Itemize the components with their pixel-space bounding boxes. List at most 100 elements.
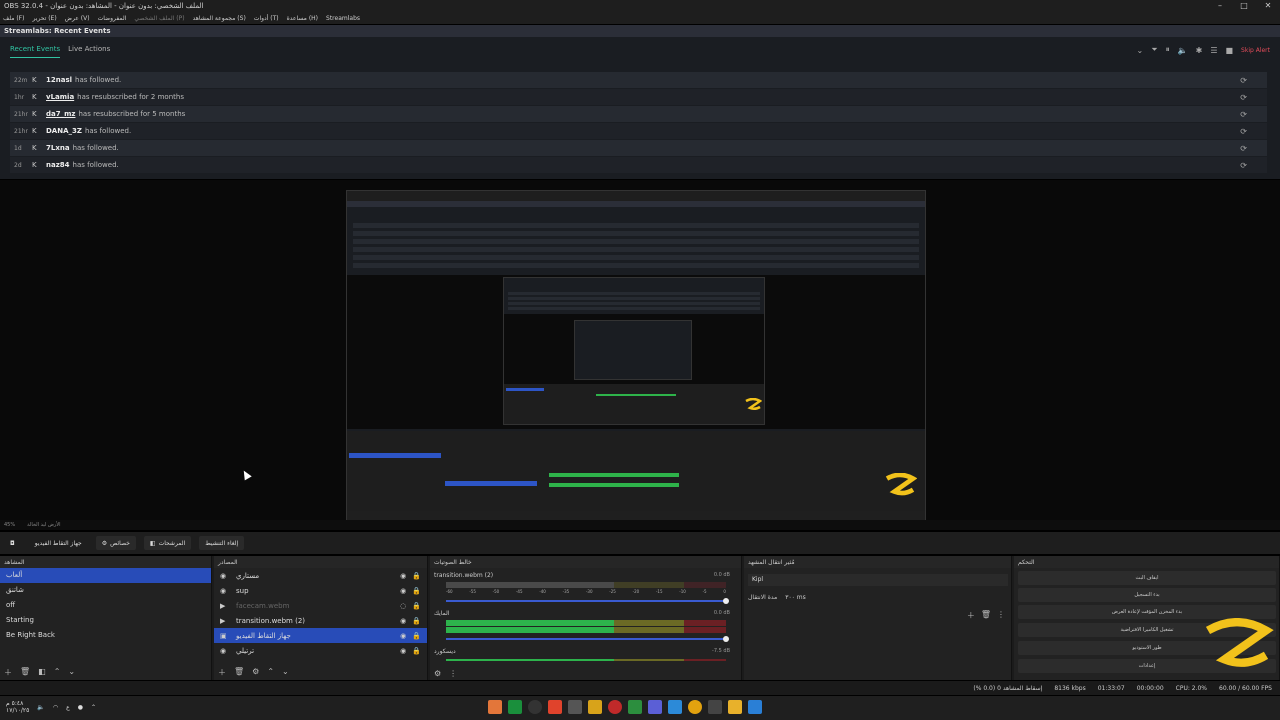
menu-edit[interactable]: تحرير (E)	[32, 15, 56, 22]
lock-icon[interactable]: 🔒	[412, 617, 421, 625]
filters-button[interactable]: ◧ المرشحات	[143, 536, 192, 550]
add-icon[interactable]: ＋	[218, 667, 226, 678]
discord-icon[interactable]	[648, 700, 662, 714]
menu-help[interactable]: مساعدة (H)	[287, 15, 318, 22]
event-user[interactable]: DANA_3Z	[46, 127, 82, 135]
add-icon[interactable]: ＋	[967, 610, 975, 621]
obs-icon[interactable]	[528, 700, 542, 714]
zoom-level[interactable]: 45%	[4, 522, 15, 528]
popout-icon[interactable]: ■	[1225, 46, 1233, 55]
scene-item[interactable]: Starting	[0, 613, 211, 628]
event-user[interactable]: 7Lxna	[46, 144, 70, 152]
app-icon[interactable]	[668, 700, 682, 714]
volume-icon[interactable]: 🔈	[1178, 46, 1188, 55]
scene-item[interactable]: off	[0, 598, 211, 613]
language-indicator[interactable]: ع	[66, 704, 70, 711]
app-icon[interactable]	[588, 700, 602, 714]
mute-icon[interactable]: ✱	[1196, 46, 1203, 55]
eye-icon[interactable]: ◉	[400, 572, 406, 580]
clock[interactable]: ٥:٤٨ م ١٧/١٠/٢٥	[6, 700, 29, 714]
eye-icon[interactable]: ◉	[400, 587, 406, 595]
eye-icon[interactable]: ◉	[400, 632, 406, 640]
minimize-button[interactable]: –	[1208, 0, 1232, 12]
repeat-alert-icon[interactable]: ⟳	[1240, 161, 1247, 170]
repeat-alert-icon[interactable]: ⟳	[1240, 127, 1247, 136]
source-item[interactable]: ▶ transition.webm (2) ◉ 🔒	[214, 613, 427, 628]
scene-item[interactable]: شاتنق	[0, 583, 211, 598]
eye-off-icon[interactable]: ◌	[400, 602, 406, 610]
trash-icon[interactable]: 🗑	[20, 667, 30, 678]
brave-icon[interactable]	[548, 700, 562, 714]
chevron-up-icon[interactable]: ⌃	[54, 667, 61, 678]
repeat-alert-icon[interactable]: ⟳	[1240, 93, 1247, 102]
camera-icon[interactable]: ◘	[4, 536, 21, 550]
lock-icon[interactable]: 🔒	[412, 602, 421, 610]
properties-button[interactable]: ⚙ خصائص	[95, 536, 136, 550]
menu-scene-collection[interactable]: مجموعة المشاهد (S)	[193, 15, 246, 22]
event-user[interactable]: 12nasl	[46, 76, 72, 84]
eye-icon[interactable]: ◉	[400, 617, 406, 625]
chevron-down-icon[interactable]: ⌄	[282, 667, 289, 678]
duration-input[interactable]: ٣٠٠ ms	[785, 594, 806, 601]
volume-slider[interactable]	[446, 598, 729, 604]
chrome-icon[interactable]	[688, 700, 702, 714]
chevron-down-icon[interactable]: ⌄	[1137, 46, 1144, 55]
folder-icon[interactable]	[728, 700, 742, 714]
scene-item[interactable]: Be Right Back	[0, 628, 211, 643]
menu-file[interactable]: ملف (F)	[3, 15, 24, 22]
trash-icon[interactable]: 🗑	[981, 610, 991, 621]
deactivate-button[interactable]: إلغاء التنشيط	[199, 536, 245, 550]
trash-icon[interactable]: 🗑	[234, 667, 244, 678]
add-icon[interactable]: ＋	[4, 667, 12, 678]
gear-icon[interactable]: ⚙	[252, 667, 259, 678]
replay-buffer-button[interactable]: بدء المخزن المؤقت لإعادة العرض	[1018, 605, 1276, 619]
list-view-icon[interactable]: ☰	[1210, 46, 1217, 55]
repeat-alert-icon[interactable]: ⟳	[1240, 144, 1247, 153]
source-item[interactable]: ◉ ترتيلي ◉ 🔒	[214, 643, 427, 658]
eye-icon[interactable]: ◉	[400, 647, 406, 655]
transition-select[interactable]: Kipl	[748, 574, 1008, 586]
chevron-up-icon[interactable]: ⌃	[91, 704, 96, 711]
lock-icon[interactable]: 🔒	[412, 572, 421, 580]
filter-icon[interactable]: ◧	[38, 667, 46, 678]
tab-live-actions[interactable]: Live Actions	[68, 45, 110, 58]
tab-recent-events[interactable]: Recent Events	[10, 45, 61, 58]
close-button[interactable]: ✕	[1256, 0, 1280, 12]
app-icon[interactable]	[488, 700, 502, 714]
menu-streamlabs[interactable]: Streamlabs	[326, 15, 360, 22]
source-item[interactable]: ▶ facecam.webm ◌ 🔒	[214, 598, 427, 613]
stop-streaming-button[interactable]: ايقاف البث	[1018, 571, 1276, 585]
mic-icon[interactable]: ●	[78, 704, 83, 711]
wifi-icon[interactable]: ◠	[53, 704, 58, 711]
volume-icon[interactable]: 🔈	[37, 704, 44, 711]
maximize-button[interactable]: □	[1232, 0, 1256, 12]
gear-icon[interactable]: ⚙	[434, 669, 441, 678]
filter-icon[interactable]: ⏷	[1151, 45, 1157, 55]
menu-profile[interactable]: الملف الشخصي (P)	[134, 15, 184, 22]
app-icon[interactable]	[568, 700, 582, 714]
more-icon[interactable]: ⋮	[449, 669, 457, 678]
source-item[interactable]: ▣ جهاز التقاط الفيديو ◉ 🔒	[214, 628, 427, 643]
repeat-alert-icon[interactable]: ⟳	[1240, 76, 1247, 85]
more-icon[interactable]: ⋮	[997, 610, 1005, 621]
source-item[interactable]: ◉ مستاري ◉ 🔒	[214, 568, 427, 583]
scene-item[interactable]: ألعاب	[0, 568, 211, 583]
app-icon[interactable]	[628, 700, 642, 714]
lock-icon[interactable]: 🔒	[412, 647, 421, 655]
event-user[interactable]: naz84	[46, 161, 70, 169]
preview-canvas[interactable]	[0, 180, 1280, 520]
event-user[interactable]: vLamia	[46, 93, 74, 101]
xbox-icon[interactable]	[508, 700, 522, 714]
lock-icon[interactable]: 🔒	[412, 632, 421, 640]
menu-view[interactable]: عرض (V)	[65, 15, 90, 22]
lock-icon[interactable]: 🔒	[412, 587, 421, 595]
repeat-alert-icon[interactable]: ⟳	[1240, 110, 1247, 119]
chevron-up-icon[interactable]: ⌃	[267, 667, 274, 678]
pause-icon[interactable]: ⏸	[1166, 45, 1170, 55]
source-item[interactable]: ◉ sup ◉ 🔒	[214, 583, 427, 598]
store-icon[interactable]	[708, 700, 722, 714]
start-recording-button[interactable]: بدء التسجيل	[1018, 588, 1276, 602]
menu-tools[interactable]: أدوات (T)	[254, 15, 279, 22]
skip-alert-button[interactable]: Skip Alert	[1241, 47, 1270, 54]
volume-slider[interactable]	[446, 636, 729, 642]
